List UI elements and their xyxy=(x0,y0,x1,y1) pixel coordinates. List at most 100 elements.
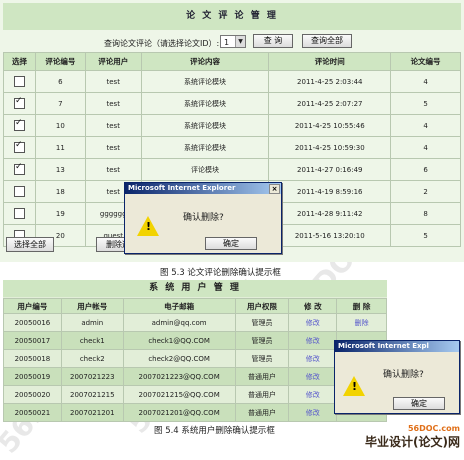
row-edit-link[interactable]: 修改 xyxy=(288,331,338,350)
chevron-down-icon[interactable]: ▼ xyxy=(235,36,245,47)
table-cell-id: 13 xyxy=(34,158,86,181)
table-cell-email: check2@QQ.COM xyxy=(122,349,236,368)
table-cell-id: 20050019 xyxy=(3,367,62,386)
confirm-delete-dialog: Microsoft Internet Expl ! 确认删除? 确定 xyxy=(334,340,460,414)
column-header: 评论用户 xyxy=(84,52,142,71)
table-cell-content: 评论模块 xyxy=(140,158,270,181)
select-cell xyxy=(3,114,36,137)
table-row: 7test系统评论模块2011-4-25 2:07:275 xyxy=(3,92,461,115)
table-cell-user: test xyxy=(84,136,142,159)
table-cell-id: 18 xyxy=(34,180,86,203)
dialog-ok-button[interactable]: 确定 xyxy=(205,237,257,250)
table-cell-id: 20050016 xyxy=(3,313,62,332)
dialog-titlebar: Microsoft Internet Explorer × xyxy=(125,183,281,194)
table-cell-time: 2011-4-25 2:03:44 xyxy=(268,70,392,93)
table-cell-email: check1@QQ.COM xyxy=(122,331,236,350)
column-header: 电子邮箱 xyxy=(122,298,236,314)
column-header: 用户权限 xyxy=(234,298,290,314)
column-header: 用户帐号 xyxy=(60,298,124,314)
brand-site: 56DOC.com xyxy=(407,424,460,433)
table-cell-time: 2011-4-25 10:55:46 xyxy=(268,114,392,137)
query-button[interactable]: 查 询 xyxy=(253,34,293,48)
table-row: 20050018 check2 check2@QQ.COM 管理员 修改 xyxy=(3,349,387,368)
table-cell-email: 2007021223@QQ.COM xyxy=(122,367,236,386)
table-cell-id: 20050021 xyxy=(3,403,62,422)
select-all-button[interactable]: 选择全部 xyxy=(6,237,54,252)
table-cell-id: 19 xyxy=(34,202,86,225)
brand-name: 毕业设计(论文)网 xyxy=(365,435,460,449)
users-table: 用户编号 用户帐号 电子邮箱 用户权限 修 改 删 除 20050016 admi… xyxy=(3,298,387,422)
query-label: 查询论文评论（请选择论文ID）: xyxy=(104,39,220,48)
table-cell-role: 管理员 xyxy=(234,331,290,350)
row-checkbox[interactable] xyxy=(13,162,25,175)
table-cell-paper: 8 xyxy=(390,202,461,225)
table-row: 20050016 admin admin@qq.com 管理员 修改 删除 xyxy=(3,313,387,332)
table-cell-account: 2007021201 xyxy=(60,403,124,422)
table-cell-time: 2011-4-25 2:07:27 xyxy=(268,92,392,115)
row-checkbox[interactable] xyxy=(13,76,25,87)
paper-id-select[interactable]: 1 ▼ xyxy=(220,35,246,48)
table-cell-paper: 4 xyxy=(390,114,461,137)
row-checkbox[interactable] xyxy=(13,208,25,219)
select-cell xyxy=(3,158,36,181)
select-cell xyxy=(3,202,36,225)
select-cell xyxy=(3,180,36,203)
table-cell-id: 20050018 xyxy=(3,349,62,368)
table-row: 6 test 系统评论模块 2011-4-25 2:03:44 4 xyxy=(3,70,461,93)
table-cell-account: 2007021215 xyxy=(60,385,124,404)
table-cell-user: test xyxy=(84,70,142,93)
row-checkbox[interactable] xyxy=(13,140,25,153)
column-header: 论文编号 xyxy=(390,52,461,71)
table-cell-time: 2011-4-25 10:59:30 xyxy=(268,136,392,159)
row-del-link[interactable]: 删除 xyxy=(336,313,387,332)
row-checkbox[interactable] xyxy=(13,96,25,109)
table-cell-paper: 4 xyxy=(390,70,461,93)
column-header: 删 除 xyxy=(336,298,387,314)
row-edit-link[interactable]: 修改 xyxy=(288,313,338,332)
table-cell-role: 普通用户 xyxy=(234,403,290,422)
row-checkbox[interactable] xyxy=(13,118,25,131)
table-cell-user: test xyxy=(84,158,142,181)
table-row: 20050020 2007021215 2007021215@QQ.COM 普通用户修… xyxy=(3,385,387,404)
select-cell xyxy=(3,136,36,159)
table-cell-account: check2 xyxy=(60,349,124,368)
table-header-row: 用户编号 用户帐号 电子邮箱 用户权限 修 改 删 除 xyxy=(3,298,387,314)
table-cell-role: 普通用户 xyxy=(234,367,290,386)
table-cell-id: 6 xyxy=(34,70,86,93)
table-cell-email: 2007021215@QQ.COM xyxy=(122,385,236,404)
table-cell-account: admin xyxy=(60,313,124,332)
dialog-titlebar: Microsoft Internet Expl xyxy=(335,341,459,352)
table-cell-time: 2011-4-19 8:59:16 xyxy=(268,180,392,203)
table-cell-role: 管理员 xyxy=(234,313,290,332)
warning-icon: ! xyxy=(343,376,365,396)
table-cell-user: test xyxy=(84,114,142,137)
select-cell xyxy=(3,70,36,93)
table-header-row: 选择 评论编号 评论用户 评论内容 评论时间 论文编号 xyxy=(3,52,461,71)
row-edit-link[interactable]: 修改 xyxy=(288,385,338,404)
confirm-delete-dialog: Microsoft Internet Explorer × ! 确认删除? 确定 xyxy=(124,182,282,254)
column-header: 用户编号 xyxy=(3,298,62,314)
table-cell-time: 2011-4-27 0:16:49 xyxy=(268,158,392,181)
table-cell-email: 2007021201@QQ.COM xyxy=(122,403,236,422)
row-edit-link[interactable]: 修改 xyxy=(288,403,338,422)
row-edit-link[interactable]: 修改 xyxy=(288,367,338,386)
table-cell-time: 2011-5-16 13:20:10 xyxy=(268,224,392,247)
row-checkbox[interactable] xyxy=(13,186,25,197)
site-brand: 56DOC.com 毕业设计(论文)网 xyxy=(365,424,460,450)
dialog-title: Microsoft Internet Explorer xyxy=(128,184,236,192)
table-cell-content: 系统评论模块 xyxy=(140,70,270,93)
dialog-message: 确认删除? xyxy=(183,213,224,223)
table-cell-paper: 4 xyxy=(390,136,461,159)
close-icon[interactable]: × xyxy=(269,184,280,194)
column-header: 选择 xyxy=(3,52,36,71)
dialog-title: Microsoft Internet Expl xyxy=(338,342,429,350)
table-cell-paper: 5 xyxy=(390,224,461,247)
select-cell xyxy=(3,92,36,115)
row-edit-link[interactable]: 修改 xyxy=(288,349,338,368)
dialog-ok-button[interactable]: 确定 xyxy=(393,397,445,410)
query-all-button[interactable]: 查询全部 xyxy=(302,34,352,48)
table-row: 20050019 2007021223 2007021223@QQ.COM 普通用户修… xyxy=(3,367,387,386)
comment-page-title: 论 文 评 论 管 理 xyxy=(3,3,461,30)
table-cell-role: 普通用户 xyxy=(234,385,290,404)
table-cell-user: test xyxy=(84,92,142,115)
